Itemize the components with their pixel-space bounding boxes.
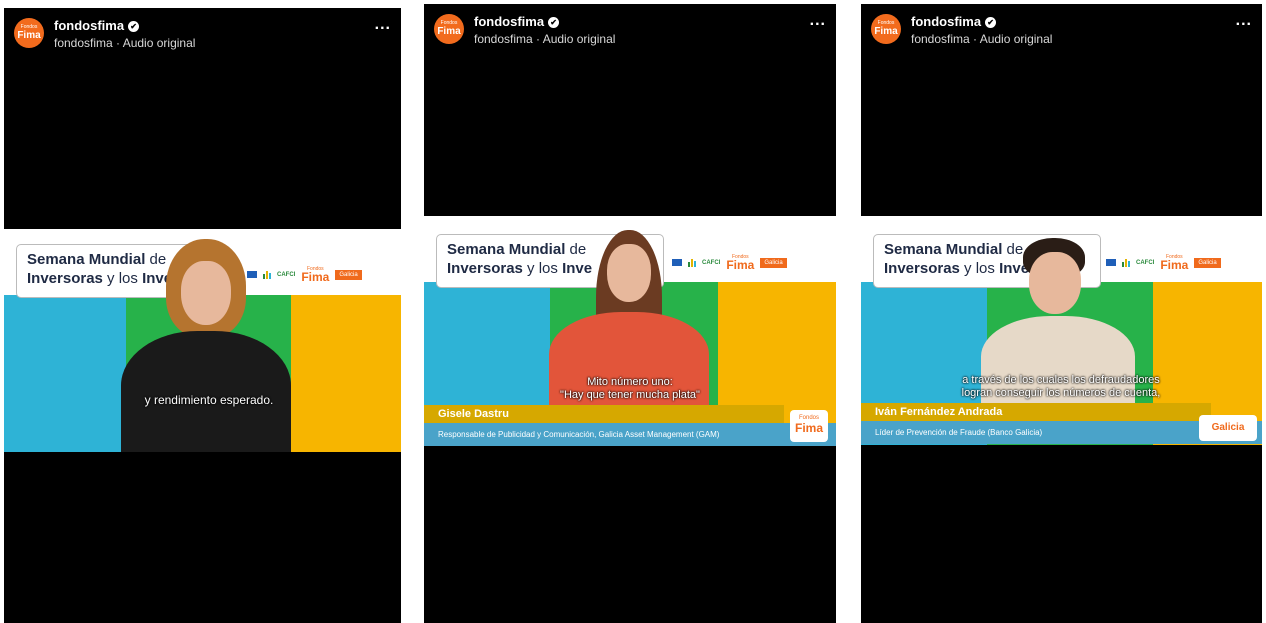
fima-logo-big: Fima xyxy=(1160,258,1189,272)
caption-line-2: logran conseguir los números de cuenta, xyxy=(961,387,1161,399)
username[interactable]: fondosfima ✔ xyxy=(54,18,140,33)
reel-panel-1[interactable]: Fondos Fima fondosfima ✔ fondosfima · Aud… xyxy=(4,8,401,623)
speaker-1 xyxy=(111,239,301,452)
fima-logo-big: Fima xyxy=(301,270,330,284)
audio-subtitle[interactable]: fondosfima · Audio original xyxy=(911,32,1052,46)
speaker-face xyxy=(607,244,651,302)
title-line2-bold: Inversoras xyxy=(447,260,523,277)
avatar-big-text: Fima xyxy=(437,26,461,37)
galicia-logo: Galicia xyxy=(1194,257,1221,268)
audio-subtitle[interactable]: fondosfima · Audio original xyxy=(474,32,615,46)
verified-icon: ✔ xyxy=(548,17,560,28)
username-text: fondosfima xyxy=(911,14,982,29)
avatar-big-text: Fima xyxy=(874,26,898,37)
more-options-icon[interactable]: ... xyxy=(375,16,391,34)
galicia-logo: Galicia xyxy=(760,257,787,268)
more-options-icon[interactable]: ... xyxy=(1236,12,1252,30)
fima-logo-big: Fima xyxy=(726,258,755,272)
username[interactable]: fondosfima ✔ xyxy=(911,14,997,29)
speaker-face xyxy=(181,261,231,325)
verified-icon: ✔ xyxy=(128,21,140,32)
fima-logo: Fondos Fima xyxy=(726,254,754,271)
subtitle-caption: Mito número uno: "Hay que tener mucha pl… xyxy=(520,376,740,402)
post-header: Fondos Fima fondosfima ✔ fondosfima · Aud… xyxy=(14,16,391,58)
galicia-logo: Galicia xyxy=(335,269,362,280)
video-frame[interactable]: Semana Mundial de Inversoras y los Inves… xyxy=(861,216,1262,445)
post-header: Fondos Fima fondosfima ✔ fondosfima · Aud… xyxy=(871,12,1252,54)
caption-line-2: "Hay que tener mucha plata" xyxy=(560,389,700,401)
more-options-icon[interactable]: ... xyxy=(810,12,826,30)
fima-logo: Fondos Fima xyxy=(1160,254,1188,271)
speaker-role-bar: Responsable de Publicidad y Comunicación… xyxy=(424,423,836,446)
subtitle-caption: a través de los cuales los defraudadores… xyxy=(931,374,1191,400)
video-frame[interactable]: Semana Mundial de Inversoras y los Inve … xyxy=(424,216,836,446)
post-header: Fondos Fima fondosfima ✔ fondosfima · Aud… xyxy=(434,12,826,54)
title-line2-bold: Inversoras xyxy=(27,270,103,287)
speaker-name-bar: Gisele Dastru xyxy=(424,405,784,423)
bg-strip-blue xyxy=(4,295,126,452)
reel-panel-3[interactable]: Fondos Fima fondosfima ✔ fondosfima · Aud… xyxy=(861,4,1262,623)
title-line2-bold: Inversoras xyxy=(884,260,960,277)
avatar[interactable]: Fondos Fima xyxy=(14,18,44,48)
avatar[interactable]: Fondos Fima xyxy=(871,14,901,44)
verified-icon: ✔ xyxy=(985,17,997,28)
audio-subtitle[interactable]: fondosfima · Audio original xyxy=(54,36,195,50)
subtitle-caption: y rendimiento esperado. xyxy=(144,393,274,407)
fima-badge: Fondos Fima xyxy=(790,410,828,442)
username-text: fondosfima xyxy=(474,14,545,29)
fima-logo: Fondos Fima xyxy=(301,266,329,283)
speaker-name-bar: Iván Fernández Andrada xyxy=(861,403,1211,421)
username[interactable]: fondosfima ✔ xyxy=(474,14,560,29)
galicia-badge: Galicia xyxy=(1199,415,1257,441)
avatar[interactable]: Fondos Fima xyxy=(434,14,464,44)
caption-line-1: a través de los cuales los defraudadores xyxy=(962,374,1160,386)
video-frame[interactable]: Semana Mundial de Inversoras y los Inve … xyxy=(4,229,401,452)
badge-big-text: Fima xyxy=(794,421,823,435)
speaker-face xyxy=(1029,252,1081,314)
galicia-badge-text: Galicia xyxy=(1211,422,1245,433)
reel-panel-2[interactable]: Fondos Fima fondosfima ✔ fondosfima · Aud… xyxy=(424,4,836,623)
speaker-torso xyxy=(121,331,291,452)
avatar-big-text: Fima xyxy=(17,30,41,41)
username-text: fondosfima xyxy=(54,18,125,33)
bg-strip-yellow xyxy=(291,295,401,452)
caption-line-1: Mito número uno: xyxy=(587,376,673,388)
